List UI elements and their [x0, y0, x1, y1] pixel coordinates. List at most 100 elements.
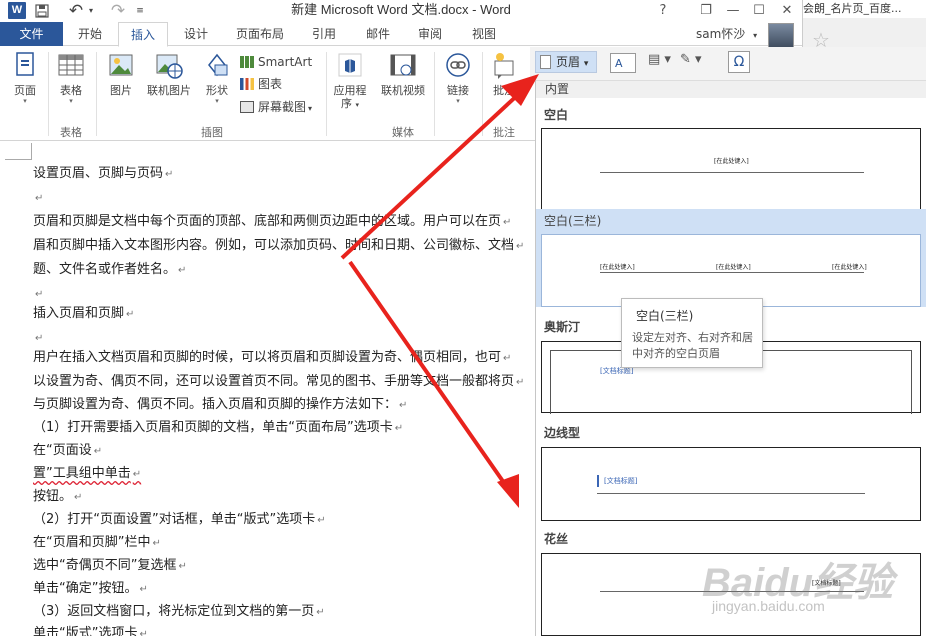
gallery-thumbnail: [在此处键入] [在此处键入] [在此处键入] — [541, 234, 921, 307]
customize-toolbar-icon[interactable]: ≡ — [134, 1, 146, 21]
shapes-button[interactable]: 形状 ▾ — [198, 51, 236, 106]
gallery-item-blank[interactable]: 空白 [在此处键入] — [536, 99, 926, 210]
doc-step-line[interactable]: （2）打开“页面设置”对话框，单击“版式”选项卡 ↵ — [33, 511, 326, 529]
doc-blank-line[interactable]: ↵ — [33, 189, 43, 207]
tooltip-title: 空白(三栏) — [636, 309, 694, 323]
smartart-button[interactable]: SmartArt — [240, 53, 312, 71]
tooltip-description: 设定左对齐、右对齐和居中对齐的空白页眉 — [632, 331, 753, 360]
baidu-watermark-url: jingyan.baidu.com — [712, 598, 825, 614]
group-divider — [96, 52, 97, 136]
user-account[interactable]: sam怀沙 ▾ — [696, 22, 757, 46]
picture-icon — [109, 54, 133, 76]
online-picture-button[interactable]: 联机图片 — [142, 51, 196, 97]
smartart-icon — [240, 56, 254, 68]
text-box-icon[interactable]: A — [610, 53, 636, 73]
maximize-icon[interactable]: ☐ — [746, 0, 772, 22]
page-icon — [16, 52, 34, 76]
placeholder-text: [文档标题] — [604, 477, 638, 485]
tab-review[interactable]: 审阅 — [408, 22, 452, 46]
doc-step-line[interactable]: 单击“确定”按钮。 ↵ — [33, 580, 148, 598]
margin-corner-mark — [5, 143, 32, 160]
gallery-thumbnail: [在此处键入] — [541, 128, 921, 210]
doc-step-line[interactable]: 按钮。 ↵ — [33, 488, 82, 506]
word-logo: W — [8, 2, 26, 19]
tab-references[interactable]: 引用 — [302, 22, 346, 46]
placeholder-text: [在此处键入] — [714, 158, 749, 165]
gallery-item-blank-three-column[interactable]: 空白(三栏) [在此处键入] [在此处键入] [在此处键入] — [536, 209, 926, 307]
doc-paragraph-line[interactable]: 与页脚设置为奇、偶页不同。插入页眉和页脚的操作方法如下： ↵ — [33, 396, 407, 414]
comment-button[interactable]: 批注 — [484, 51, 524, 97]
symbol-icon[interactable]: Ω — [728, 51, 750, 73]
link-dropdown-icon: ▾ — [456, 97, 460, 105]
help-icon[interactable]: ? — [650, 0, 676, 22]
doc-step-line[interactable]: 置”工具组中单击 ↵ — [33, 465, 141, 483]
save-icon[interactable] — [34, 1, 50, 21]
store-icon — [338, 53, 362, 77]
undo-dropdown-icon[interactable]: ▾ — [86, 1, 96, 21]
ribbon-tab-row: 文件 开始 插入 设计 页面布局 引用 邮件 审阅 视图 sam怀沙 ▾ — [0, 22, 802, 47]
document-page[interactable]: 设置页眉、页脚与页码 ↵ ↵ 页眉和页脚是文档中每个页面的顶部、底部和两侧页边距中… — [0, 141, 535, 636]
doc-paragraph-line[interactable]: 以设置为奇、偶页不同，还可以设置首页不同。常见的图书、手册等文档一般都将页 ↵ — [33, 373, 524, 391]
user-dropdown-icon[interactable]: ▾ — [753, 31, 757, 40]
chart-button[interactable]: 图表 — [240, 75, 282, 93]
online-video-button[interactable]: 联机视频 — [376, 51, 430, 97]
ribbon-display-icon[interactable]: ❐ — [693, 0, 719, 22]
tab-file[interactable]: 文件 — [0, 22, 63, 46]
doc-blank-line[interactable]: ↵ — [33, 285, 43, 303]
apps-label: 应用程 — [333, 84, 367, 97]
signature-line-icon[interactable]: ✎ ▾ — [680, 52, 702, 67]
new-comment-icon — [494, 53, 514, 79]
gallery-item-sideline[interactable]: 边线型 [文档标题] — [536, 421, 926, 521]
table-dropdown-icon: ▾ — [69, 97, 73, 105]
doc-heading[interactable]: 设置页眉、页脚与页码 ↵ — [33, 165, 173, 183]
group-label-illustrations: 插图 — [201, 126, 223, 139]
gallery-item-name: 空白 — [544, 108, 569, 122]
gallery-item-name: 空白(三栏) — [544, 214, 602, 228]
quick-parts-icon[interactable]: ▤ ▾ — [648, 52, 671, 67]
header-dropdown-button[interactable]: 页眉 ▾ — [535, 51, 597, 73]
tab-insert[interactable]: 插入 — [118, 22, 168, 47]
redo-icon[interactable]: ↷ — [108, 1, 128, 21]
doc-step-line[interactable]: （1）打开需要插入页眉和页脚的文档，单击“页面布局”选项卡 ↵ — [33, 419, 403, 437]
undo-icon[interactable]: ↶ — [66, 1, 86, 21]
group-label-comments: 批注 — [493, 126, 515, 139]
link-icon — [446, 53, 470, 77]
doc-paragraph-line[interactable]: 页眉和页脚是文档中每个页面的顶部、底部和两侧页边距中的区域。用户可以在页 ↵ — [33, 213, 511, 231]
link-label: 链接 — [447, 84, 469, 97]
doc-step-line[interactable]: （3）返回文档窗口，将光标定位到文档的第一页 ↵ — [33, 603, 325, 621]
doc-step-line[interactable]: 单击“版式”选项卡 ↵ — [33, 625, 148, 636]
doc-blank-line[interactable]: ↵ — [33, 329, 43, 347]
chart-label: 图表 — [258, 77, 283, 91]
tab-home[interactable]: 开始 — [68, 22, 112, 46]
tab-page-layout[interactable]: 页面布局 — [226, 22, 294, 46]
avatar[interactable] — [768, 23, 794, 49]
tab-view[interactable]: 视图 — [462, 22, 506, 46]
apps-button[interactable]: 应用程 序 ▾ — [330, 51, 370, 112]
doc-step-line[interactable]: 在“页面设 ↵ — [33, 442, 102, 460]
screenshot-button[interactable]: 屏幕截图 ▾ — [240, 98, 312, 116]
gallery-item-name: 边线型 — [544, 426, 581, 440]
group-divider — [326, 52, 327, 136]
minimize-icon[interactable]: — — [720, 0, 746, 22]
doc-paragraph-line[interactable]: 用户在插入文档页眉和页脚的时候，可以将页眉和页脚设置为奇、偶页相同，也可 ↵ — [33, 349, 511, 367]
pages-button[interactable]: 页面 ▾ — [8, 51, 42, 106]
gallery-item-name: 奥斯汀 — [544, 320, 581, 334]
sideline-bar — [597, 475, 599, 487]
doc-paragraph-line[interactable]: 眉和页脚中插入文本图形内容。例如，可以添加页码、时间和日期、公司徽标、文档 ↵ — [33, 237, 524, 255]
doc-step-line[interactable]: 在“页眉和页脚”栏中 ↵ — [33, 534, 161, 552]
screenshot-label: 屏幕截图 — [258, 100, 307, 114]
header-dropdown-label: 页眉 — [556, 55, 581, 69]
picture-button[interactable]: 图片 — [102, 51, 140, 97]
doc-paragraph-line[interactable]: 题、文件名或作者姓名。 ↵ — [33, 261, 186, 279]
tab-design[interactable]: 设计 — [174, 22, 218, 46]
table-button[interactable]: 表格 ▾ — [54, 51, 88, 106]
pages-dropdown-icon: ▾ — [23, 97, 27, 105]
table-label: 表格 — [60, 84, 82, 97]
chart-icon — [240, 78, 254, 90]
tab-mailings[interactable]: 邮件 — [356, 22, 400, 46]
link-button[interactable]: 链接 ▾ — [438, 51, 478, 106]
online-video-label: 联机视频 — [381, 84, 425, 97]
close-icon[interactable]: ✕ — [774, 0, 800, 22]
doc-subheading[interactable]: 插入页眉和页脚 ↵ — [33, 305, 134, 323]
doc-step-line[interactable]: 选中“奇偶页不同”复选框 ↵ — [33, 557, 187, 575]
